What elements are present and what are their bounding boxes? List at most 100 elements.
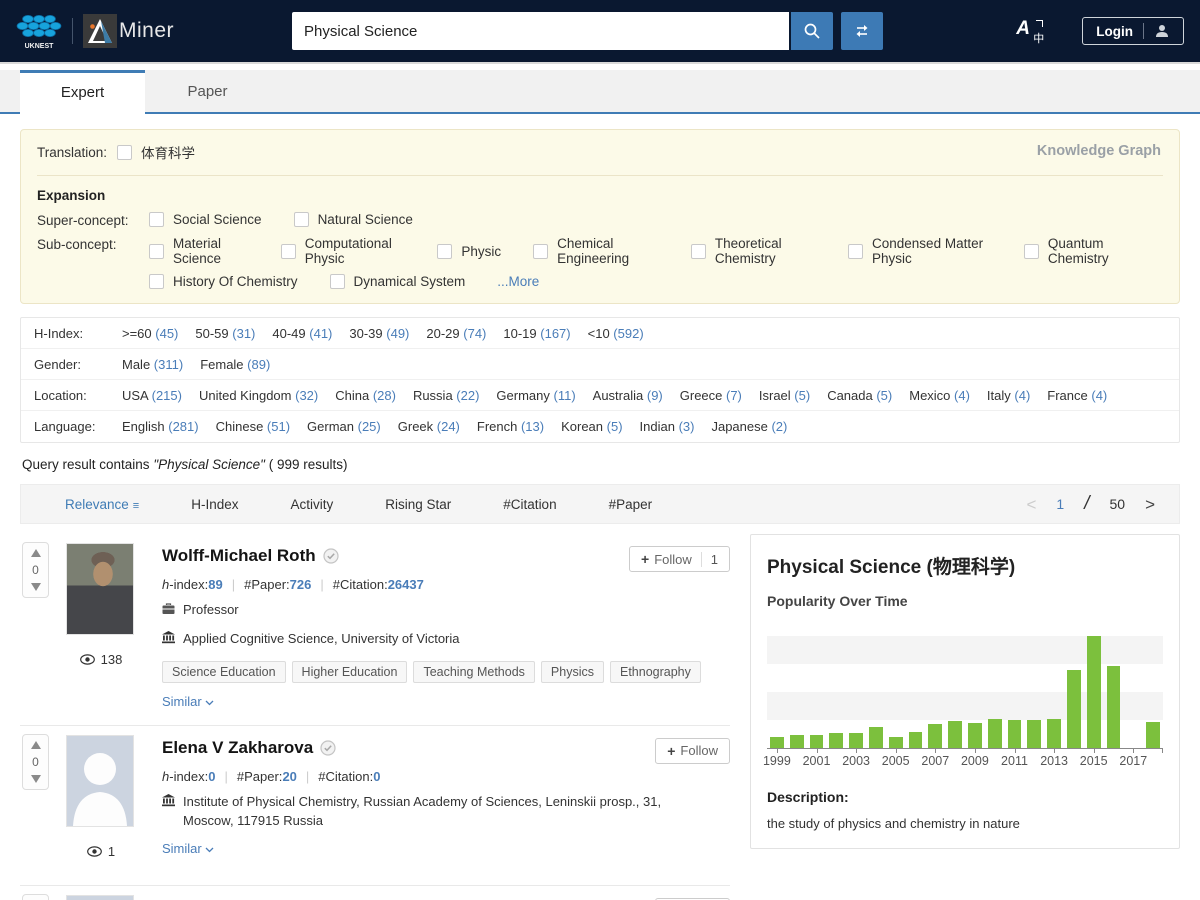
sort-option-risingstar[interactable]: Rising Star — [385, 497, 451, 512]
sort-option-activity[interactable]: Activity — [291, 497, 334, 512]
filter-option[interactable]: Japanese (2) — [711, 419, 787, 434]
research-tag[interactable]: Teaching Methods — [413, 661, 534, 683]
filter-option[interactable]: 20-29 (74) — [426, 326, 486, 341]
filter-option[interactable]: Chinese (51) — [216, 419, 290, 434]
concept-checkbox-history-of-chemistry[interactable]: History Of Chemistry — [149, 274, 298, 289]
expert-name[interactable]: Elena V Zakharova — [162, 738, 313, 758]
chart-bar-2001 — [810, 735, 824, 748]
chart-bar-1999 — [770, 737, 784, 748]
search-input[interactable] — [292, 12, 789, 50]
filter-option-count: (49) — [386, 326, 409, 341]
filter-label: H-Index: — [34, 326, 122, 341]
filter-option[interactable]: English (281) — [122, 419, 199, 434]
citation-stat-label: #Citation: — [318, 769, 373, 784]
language-toggle-icon[interactable]: A 中 — [1014, 16, 1044, 46]
filter-option[interactable]: Korean (5) — [561, 419, 622, 434]
filter-option[interactable]: Italy (4) — [987, 388, 1030, 403]
upvote-arrow-icon[interactable] — [31, 549, 41, 557]
aminer-logo[interactable]: Miner — [83, 14, 174, 48]
filter-option[interactable]: >=60 (45) — [122, 326, 178, 341]
affiliation-text: Institute of Physical Chemistry, Russian… — [183, 793, 692, 831]
prev-page-arrow[interactable]: < — [1026, 496, 1036, 513]
filter-option[interactable]: German (25) — [307, 419, 381, 434]
downvote-arrow-icon[interactable] — [31, 583, 41, 591]
filter-option[interactable]: <10 (592) — [588, 326, 644, 341]
filter-option[interactable]: 50-59 (31) — [195, 326, 255, 341]
person-silhouette-icon — [67, 736, 133, 826]
concept-checkbox-natural-science[interactable]: Natural Science — [294, 212, 413, 227]
tab-paper[interactable]: Paper — [145, 70, 270, 112]
concept-checkbox-chemical-engineering[interactable]: Chemical Engineering — [533, 236, 659, 266]
filter-option-count: (592) — [613, 326, 643, 341]
similar-experts-link[interactable]: Similar — [162, 841, 214, 856]
axis-tick-label: 2003 — [842, 754, 870, 768]
concept-checkbox-physic[interactable]: Physic — [437, 244, 501, 259]
filter-option[interactable]: United Kingdom (32) — [199, 388, 318, 403]
filter-option[interactable]: Canada (5) — [827, 388, 892, 403]
filter-option[interactable]: Male (311) — [122, 357, 183, 372]
filter-option[interactable]: Indian (3) — [640, 419, 695, 434]
filter-option[interactable]: Greek (24) — [398, 419, 460, 434]
concept-checkbox-quantum-chemistry[interactable]: Quantum Chemistry — [1024, 236, 1140, 266]
follow-button[interactable]: +Follow — [655, 738, 730, 764]
research-tag[interactable]: Higher Education — [292, 661, 408, 683]
filter-option[interactable]: Australia (9) — [593, 388, 663, 403]
current-page[interactable]: 1 — [1056, 496, 1064, 512]
tab-expert[interactable]: Expert — [20, 70, 145, 114]
sort-option-paper[interactable]: #Paper — [609, 497, 653, 512]
translation-checkbox[interactable]: 体育科学 — [117, 142, 195, 162]
avatar[interactable] — [66, 895, 134, 900]
more-concepts-link[interactable]: ...More — [497, 274, 539, 289]
concept-option-label: Physic — [461, 244, 501, 259]
concept-option-label: History Of Chemistry — [173, 274, 298, 289]
sort-option-relevance[interactable]: Relevance≡ — [65, 497, 139, 512]
filter-option[interactable]: French (13) — [477, 419, 544, 434]
institution-icon — [162, 793, 175, 831]
filter-option[interactable]: Russia (22) — [413, 388, 479, 403]
filter-option[interactable]: 30-39 (49) — [349, 326, 409, 341]
position-text: Professor — [183, 601, 239, 621]
concept-checkbox-dynamical-system[interactable]: Dynamical System — [330, 274, 466, 289]
search-button[interactable] — [791, 12, 833, 50]
upvote-arrow-icon[interactable] — [31, 741, 41, 749]
filter-option[interactable]: Germany (11) — [496, 388, 575, 403]
concept-checkbox-material-science[interactable]: Material Science — [149, 236, 249, 266]
filter-option[interactable]: China (28) — [335, 388, 396, 403]
research-tag[interactable]: Ethnography — [610, 661, 701, 683]
repeat-search-button[interactable] — [841, 12, 883, 50]
filters-card: H-Index:>=60 (45) 50-59 (31) 40-49 (41) 30-… — [20, 317, 1180, 443]
filter-option[interactable]: Greece (7) — [680, 388, 742, 403]
filter-option[interactable]: Female (89) — [200, 357, 270, 372]
similar-experts-link[interactable]: Similar — [162, 694, 214, 709]
research-tag[interactable]: Science Education — [162, 661, 286, 683]
filter-option[interactable]: USA (215) — [122, 388, 182, 403]
filter-option[interactable]: 40-49 (41) — [272, 326, 332, 341]
research-tag[interactable]: Physics — [541, 661, 604, 683]
sort-option-h-index[interactable]: H-Index — [191, 497, 238, 512]
follow-button[interactable]: +Follow1 — [629, 546, 730, 572]
avatar[interactable] — [66, 735, 134, 827]
concept-checkbox-computational-physic[interactable]: Computational Physic — [281, 236, 406, 266]
concept-checkbox-social-science[interactable]: Social Science — [149, 212, 262, 227]
downvote-arrow-icon[interactable] — [31, 775, 41, 783]
navbar: UKNEST Miner — [0, 0, 1200, 62]
filter-option[interactable]: Israel (5) — [759, 388, 810, 403]
filter-option[interactable]: 10-19 (167) — [503, 326, 570, 341]
concept-checkbox-theoretical-chemistry[interactable]: Theoretical Chemistry — [691, 236, 816, 266]
next-page-arrow[interactable]: > — [1145, 496, 1155, 513]
concept-checkbox-condensed-matter-physic[interactable]: Condensed Matter Physic — [848, 236, 992, 266]
knowledge-graph-link[interactable]: Knowledge Graph — [1037, 143, 1161, 159]
filter-option-count: (2) — [771, 419, 787, 434]
filter-option[interactable]: France (4) — [1047, 388, 1107, 403]
concept-option-label: Condensed Matter Physic — [872, 236, 992, 266]
filter-option[interactable]: Mexico (4) — [909, 388, 970, 403]
avatar[interactable] — [66, 543, 134, 635]
expert-name[interactable]: Wolff-Michael Roth — [162, 546, 316, 566]
concept-option-label: Dynamical System — [354, 274, 466, 289]
filter-option-text: Germany — [496, 388, 553, 403]
chart-bar-2000 — [790, 735, 804, 748]
filter-row-location: Location:USA (215)United Kingdom (32)Chi… — [21, 380, 1179, 411]
login-button[interactable]: Login — [1082, 17, 1184, 45]
uknest-logo-icon[interactable]: UKNEST — [16, 11, 62, 51]
sort-option-citation[interactable]: #Citation — [503, 497, 556, 512]
